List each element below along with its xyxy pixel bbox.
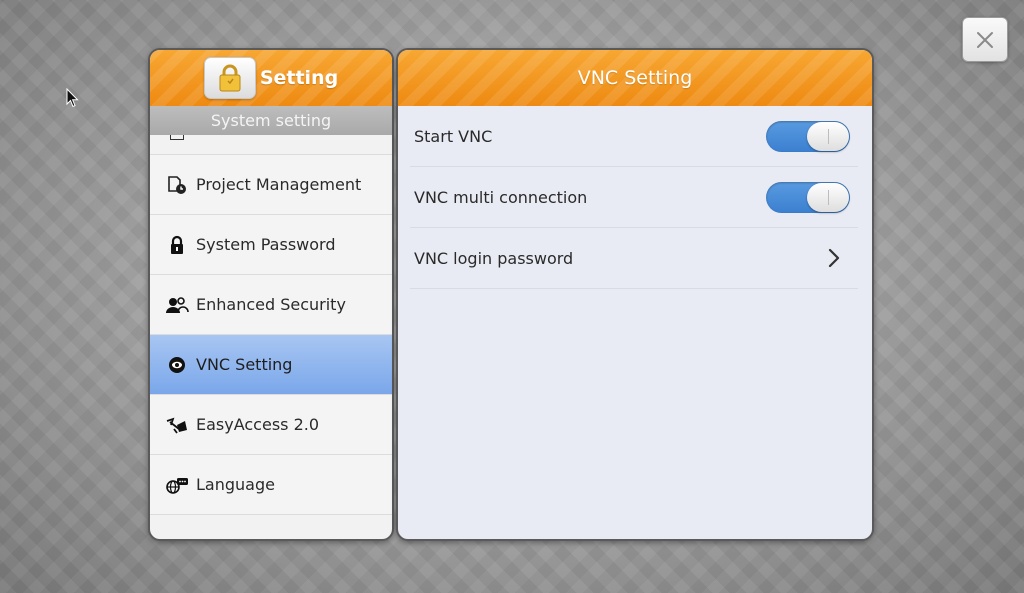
settings-menu-list: Project Management System Password Enhan… (150, 135, 392, 515)
vnc-setting-panel: VNC Setting Start VNC VNC multi connecti… (396, 48, 874, 541)
start-vnc-toggle[interactable] (766, 120, 850, 152)
chevron-right-icon (828, 248, 840, 268)
mouse-pointer-icon (66, 88, 79, 108)
vnc-setting-header: VNC Setting (398, 50, 872, 106)
menu-item-label: Enhanced Security (196, 295, 346, 314)
settings-lock-icon (203, 57, 256, 99)
start-vnc-label: Start VNC (414, 126, 493, 146)
menu-item-system-password[interactable]: System Password (150, 215, 392, 275)
system-setting-subheader: System setting (150, 106, 392, 135)
settings-header: Setting (150, 50, 392, 106)
menu-item-project-management[interactable]: Project Management (150, 155, 392, 215)
menu-item-vnc-setting[interactable]: VNC Setting (150, 335, 392, 395)
menu-item-label: Language (196, 475, 275, 494)
easyaccess-icon (165, 413, 189, 437)
vnc-multi-connection-toggle[interactable] (766, 181, 850, 213)
start-vnc-row: Start VNC (410, 106, 858, 167)
menu-item-partial[interactable] (150, 135, 392, 155)
menu-item-label: Project Management (196, 175, 362, 194)
project-management-icon (165, 173, 189, 197)
settings-menu-panel: Setting System setting Project Managemen… (148, 48, 394, 541)
padlock-icon (165, 233, 189, 257)
menu-item-easyaccess[interactable]: EasyAccess 2.0 (150, 395, 392, 455)
vnc-login-password-row[interactable]: VNC login password (410, 228, 858, 289)
close-button[interactable] (962, 17, 1008, 62)
users-security-icon (165, 293, 189, 317)
vnc-setting-title: VNC Setting (577, 67, 693, 89)
settings-title: Setting (259, 67, 339, 89)
menu-item-label: EasyAccess 2.0 (196, 415, 320, 434)
menu-item-label: VNC Setting (196, 355, 293, 374)
menu-item-language[interactable]: Language (150, 455, 392, 515)
menu-item-label: System Password (196, 235, 336, 254)
eye-icon (165, 353, 189, 377)
vnc-multi-connection-row: VNC multi connection (410, 167, 858, 228)
toggle-knob (807, 182, 849, 212)
toggle-knob (807, 121, 849, 151)
language-globe-icon (165, 473, 189, 497)
vnc-login-password-label: VNC login password (414, 248, 574, 268)
vnc-multi-connection-label: VNC multi connection (414, 187, 588, 207)
menu-item-enhanced-security[interactable]: Enhanced Security (150, 275, 392, 335)
close-icon (977, 31, 993, 48)
